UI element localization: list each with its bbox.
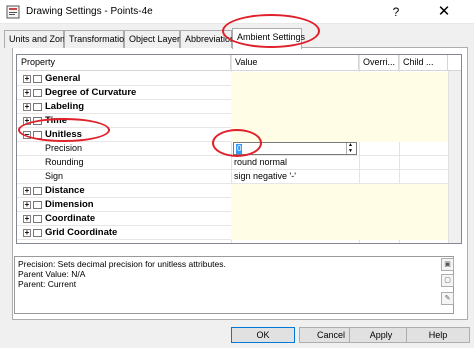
grid-row-degree-of-curvature[interactable]: + Degree of Curvature — [17, 86, 461, 100]
property-label: Rounding — [45, 157, 84, 167]
folder-icon — [33, 131, 42, 139]
property-label: Sign — [45, 171, 64, 181]
folder-icon — [33, 117, 42, 125]
column-header-child[interactable]: Child ... — [399, 55, 448, 71]
column-header-override[interactable]: Overri... — [359, 55, 399, 71]
precision-spinner[interactable]: 0 ▲ ▼ — [233, 142, 357, 155]
category-label: General — [45, 73, 81, 84]
grid-row-grid-coordinate[interactable]: + Grid Coordinate — [17, 226, 461, 240]
column-header-property[interactable]: Property — [17, 55, 231, 71]
category-label: Degree of Curvature — [45, 87, 137, 98]
category-label: Dimension — [45, 199, 94, 210]
expand-icon[interactable]: + — [23, 75, 31, 83]
column-header-value[interactable]: Value — [231, 55, 359, 71]
expand-icon[interactable]: + — [23, 103, 31, 111]
collapse-all-icon[interactable]: ▢ — [441, 274, 454, 287]
property-value[interactable]: round normal — [234, 157, 287, 167]
description-tools: ▣ ▢ ✎ — [439, 256, 459, 314]
category-label: Distance — [45, 185, 85, 196]
expand-all-icon[interactable]: ▣ — [441, 258, 454, 271]
grid-scrollbar[interactable] — [448, 71, 461, 243]
property-grid: Property Value Overri... Child ... + Gen… — [16, 54, 462, 244]
expand-icon[interactable]: + — [23, 201, 31, 209]
description-line: Precision: Sets decimal precision for un… — [18, 259, 226, 269]
folder-icon — [33, 89, 42, 97]
expand-icon[interactable]: + — [23, 215, 31, 223]
category-label: Unitless — [45, 129, 82, 140]
folder-icon — [33, 215, 42, 223]
expand-icon[interactable]: + — [23, 229, 31, 237]
tab-object-layers[interactable]: Object Layers — [124, 30, 185, 48]
category-label: Time — [45, 115, 68, 126]
help-button[interactable]: Help — [406, 327, 470, 343]
grid-row-rounding[interactable]: Rounding round normal — [17, 156, 461, 170]
description-line: Parent: Current — [18, 279, 77, 289]
property-label: Precision — [45, 143, 83, 153]
edit-icon[interactable]: ✎ — [441, 292, 454, 305]
grid-row-general[interactable]: + General — [17, 72, 461, 86]
grid-row-labeling[interactable]: + Labeling — [17, 100, 461, 114]
category-label: Grid Coordinate — [45, 227, 118, 238]
window-title: Drawing Settings - Points-4e — [26, 6, 153, 17]
grid-row-dimension[interactable]: + Dimension — [17, 198, 461, 212]
folder-icon — [33, 201, 42, 209]
description-panel: Precision: Sets decimal precision for un… — [14, 256, 454, 314]
grid-row-sign[interactable]: Sign sign negative '-' — [17, 170, 461, 184]
tab-abbreviations[interactable]: Abbreviations — [180, 30, 240, 48]
title-bar: Drawing Settings - Points-4e ? ✕ — [0, 0, 474, 24]
question-icon[interactable]: ? — [378, 0, 414, 24]
grid-row-precision[interactable]: Precision 0 ▲ ▼ — [17, 142, 461, 156]
grid-header: Property Value Overri... Child ... — [17, 55, 461, 71]
category-label: Labeling — [45, 101, 85, 112]
tab-transformation[interactable]: Transformation — [64, 30, 129, 48]
expand-icon[interactable]: + — [23, 117, 31, 125]
collapse-icon[interactable]: − — [23, 131, 31, 139]
grid-row-coordinate[interactable]: + Coordinate — [17, 212, 461, 226]
tab-strip: Units and Zone Transformation Object Lay… — [0, 28, 474, 49]
ok-button[interactable]: OK — [231, 327, 295, 343]
expand-icon[interactable]: + — [23, 89, 31, 97]
close-icon[interactable]: ✕ — [420, 0, 468, 24]
precision-value[interactable]: 0 — [236, 144, 243, 154]
folder-icon — [33, 187, 42, 195]
folder-icon — [33, 75, 42, 83]
spinner-buttons[interactable]: ▲ ▼ — [346, 143, 356, 154]
tab-ambient-settings[interactable]: Ambient Settings — [232, 28, 305, 49]
grid-row-time[interactable]: + Time — [17, 114, 461, 128]
folder-icon — [33, 103, 42, 111]
category-label: Coordinate — [45, 213, 96, 224]
description-line: Parent Value: N/A — [18, 269, 86, 279]
grid-row-unitless[interactable]: − Unitless — [17, 128, 461, 142]
grid-row-distance[interactable]: + Distance — [17, 184, 461, 198]
spin-down-icon[interactable]: ▼ — [348, 149, 353, 154]
property-value[interactable]: sign negative '-' — [234, 171, 296, 181]
drawing-settings-icon — [6, 5, 20, 19]
folder-icon — [33, 229, 42, 237]
apply-button[interactable]: Apply — [349, 327, 413, 343]
tab-units-and-zone[interactable]: Units and Zone — [4, 30, 70, 48]
expand-icon[interactable]: + — [23, 187, 31, 195]
